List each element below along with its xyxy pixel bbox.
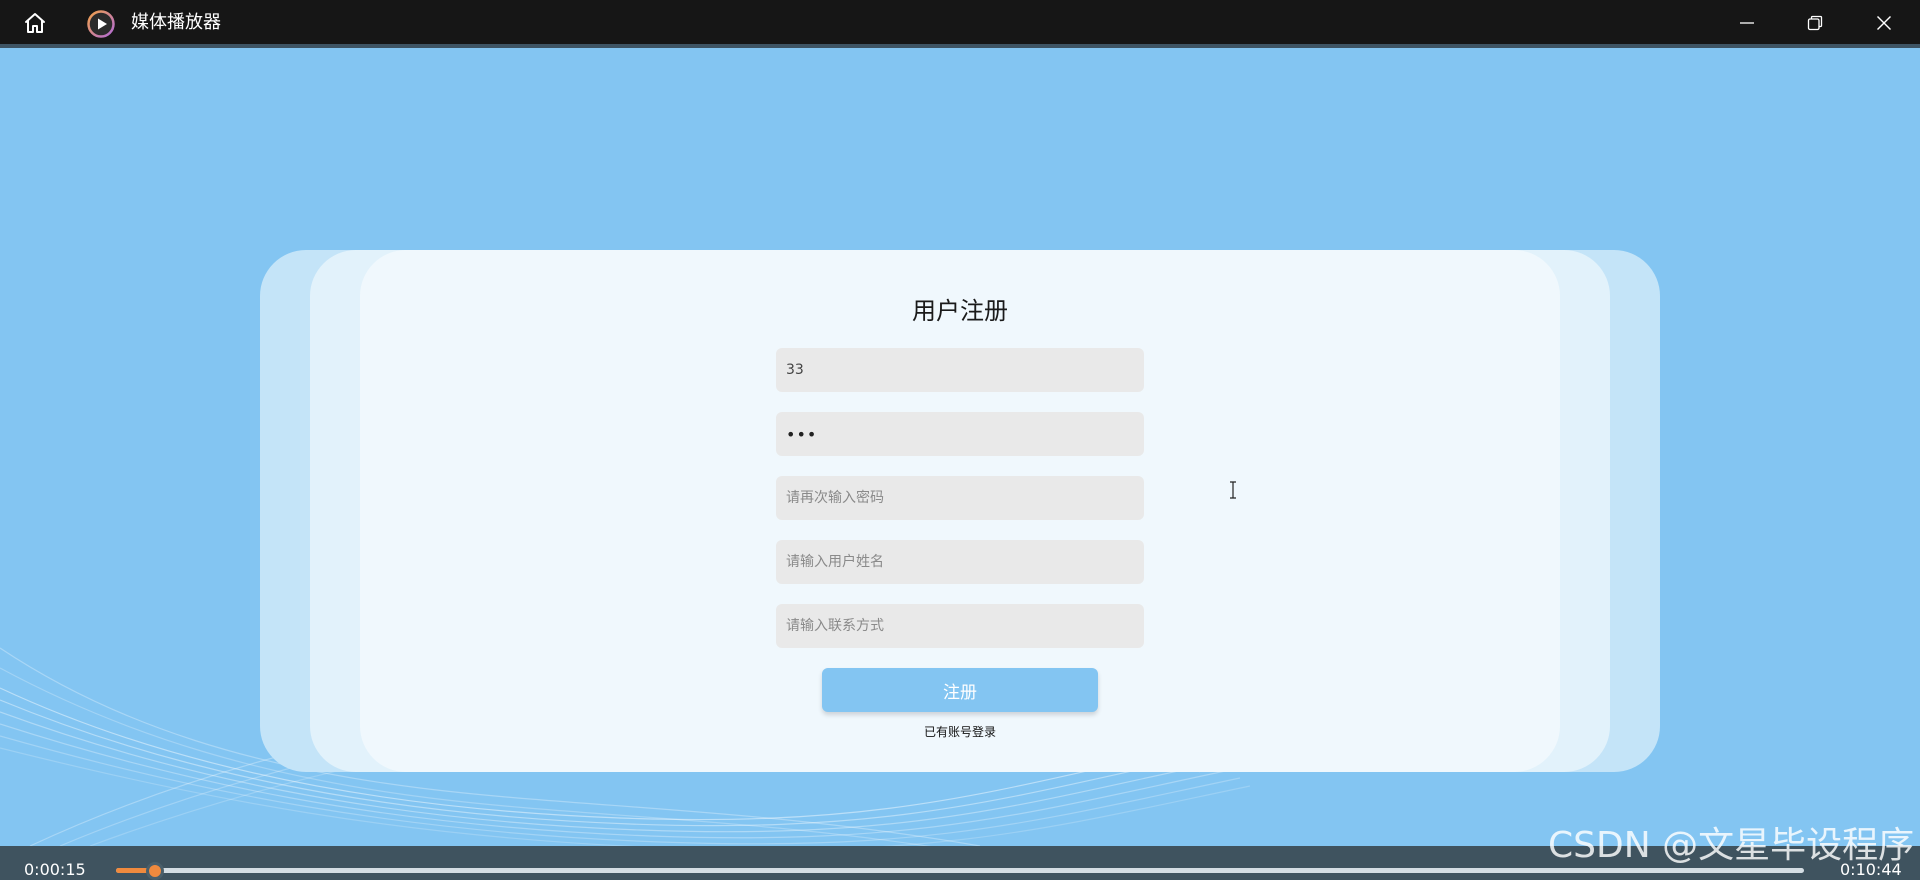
- real-name-input[interactable]: [776, 540, 1144, 584]
- page-title: 用户注册: [912, 297, 1008, 325]
- text-cursor-icon: [1230, 481, 1236, 499]
- password-input[interactable]: [776, 412, 1144, 456]
- register-button[interactable]: 注册: [822, 668, 1098, 712]
- watermark: CSDN @文星毕设程序: [1548, 825, 1915, 866]
- seek-thumb[interactable]: [146, 862, 165, 880]
- home-button[interactable]: [18, 8, 52, 38]
- register-card: 用户注册 注册 已有账号登录: [360, 250, 1560, 772]
- restore-icon: [1807, 15, 1823, 31]
- restore-button[interactable]: [1793, 6, 1837, 40]
- seek-bar[interactable]: [116, 862, 1804, 880]
- title-bar: 媒体播放器: [0, 0, 1920, 44]
- close-button[interactable]: [1862, 6, 1906, 40]
- content-area: 用户注册 注册 已有账号登录: [0, 48, 1920, 846]
- play-circle-icon: [87, 10, 115, 38]
- contact-input[interactable]: [776, 604, 1144, 648]
- app-title: 媒体播放器: [131, 12, 221, 33]
- minimize-button[interactable]: [1725, 6, 1769, 40]
- login-link[interactable]: 已有账号登录: [360, 724, 1560, 740]
- elapsed-time: 0:00:15: [24, 860, 86, 879]
- home-icon: [25, 13, 45, 33]
- close-icon: [1877, 16, 1891, 30]
- username-input[interactable]: [776, 348, 1144, 392]
- confirm-password-input[interactable]: [776, 476, 1144, 520]
- minimize-icon: [1740, 22, 1754, 24]
